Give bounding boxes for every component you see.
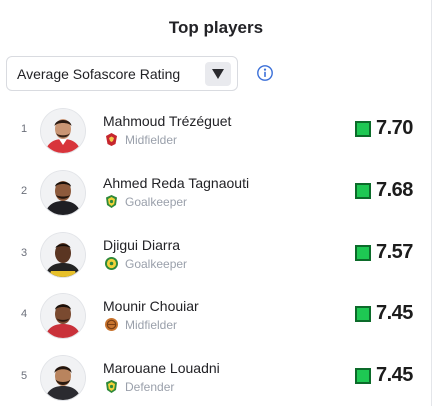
player-position: Goalkeeper [125,195,188,209]
player-rank: 4 [20,308,28,320]
rating-value: 7.45 [376,364,413,386]
player-name[interactable]: Djigui Diarra [103,237,180,253]
player-avatar[interactable] [41,356,85,400]
player-position: Midfielder [125,318,178,332]
player-rank: 5 [20,370,28,382]
red-eagle-crest-icon [106,133,117,146]
stat-dropdown[interactable]: Average Sofascore Rating [6,56,238,91]
player-row[interactable]: 1 Mahmoud Trézéguet Midfielder 7.70 [0,101,432,161]
player-avatar[interactable] [41,109,85,153]
caret-down-icon[interactable] [205,62,231,86]
player-name[interactable]: Marouane Louadni [103,360,220,376]
player-row[interactable]: 5 Marouane Louadni Defender 7.45 [0,348,432,408]
yellow-green-crest-icon [106,195,117,208]
rating-color-box [355,245,371,261]
player-rank: 2 [20,185,28,197]
yellow-green-round-crest-icon [105,257,118,270]
player-name[interactable]: Ahmed Reda Tagnaouti [103,175,249,191]
rating-color-box [355,183,371,199]
player-position: Defender [125,380,175,394]
rating-color-box [355,368,371,384]
stat-dropdown-value: Average Sofascore Rating [17,66,181,82]
yellow-green-crest-icon [106,380,117,393]
orange-ball-crest-icon [105,318,118,331]
player-name[interactable]: Mounir Chouiar [103,298,199,314]
rating-value: 7.70 [376,117,413,139]
player-rank: 1 [20,123,28,135]
player-avatar[interactable] [41,171,85,215]
rating-value: 7.57 [376,241,413,263]
player-avatar[interactable] [41,294,85,338]
player-row[interactable]: 2 Ahmed Reda Tagnaouti Goalkeeper 7.68 [0,163,432,223]
rating-value: 7.45 [376,302,413,324]
player-position: Goalkeeper [125,257,188,271]
player-avatar[interactable] [41,233,85,277]
rating-color-box [355,121,371,137]
player-rank: 3 [20,247,28,259]
player-row[interactable]: 3 Djigui Diarra Goalkeeper 7.57 [0,225,432,285]
player-row[interactable]: 4 Mounir Chouiar Midfielder 7.45 [0,286,432,346]
info-icon[interactable] [256,64,274,82]
player-name[interactable]: Mahmoud Trézéguet [103,113,231,129]
player-position: Midfielder [125,133,178,147]
rating-value: 7.68 [376,179,413,201]
rating-color-box [355,306,371,322]
section-title: Top players [168,18,264,37]
